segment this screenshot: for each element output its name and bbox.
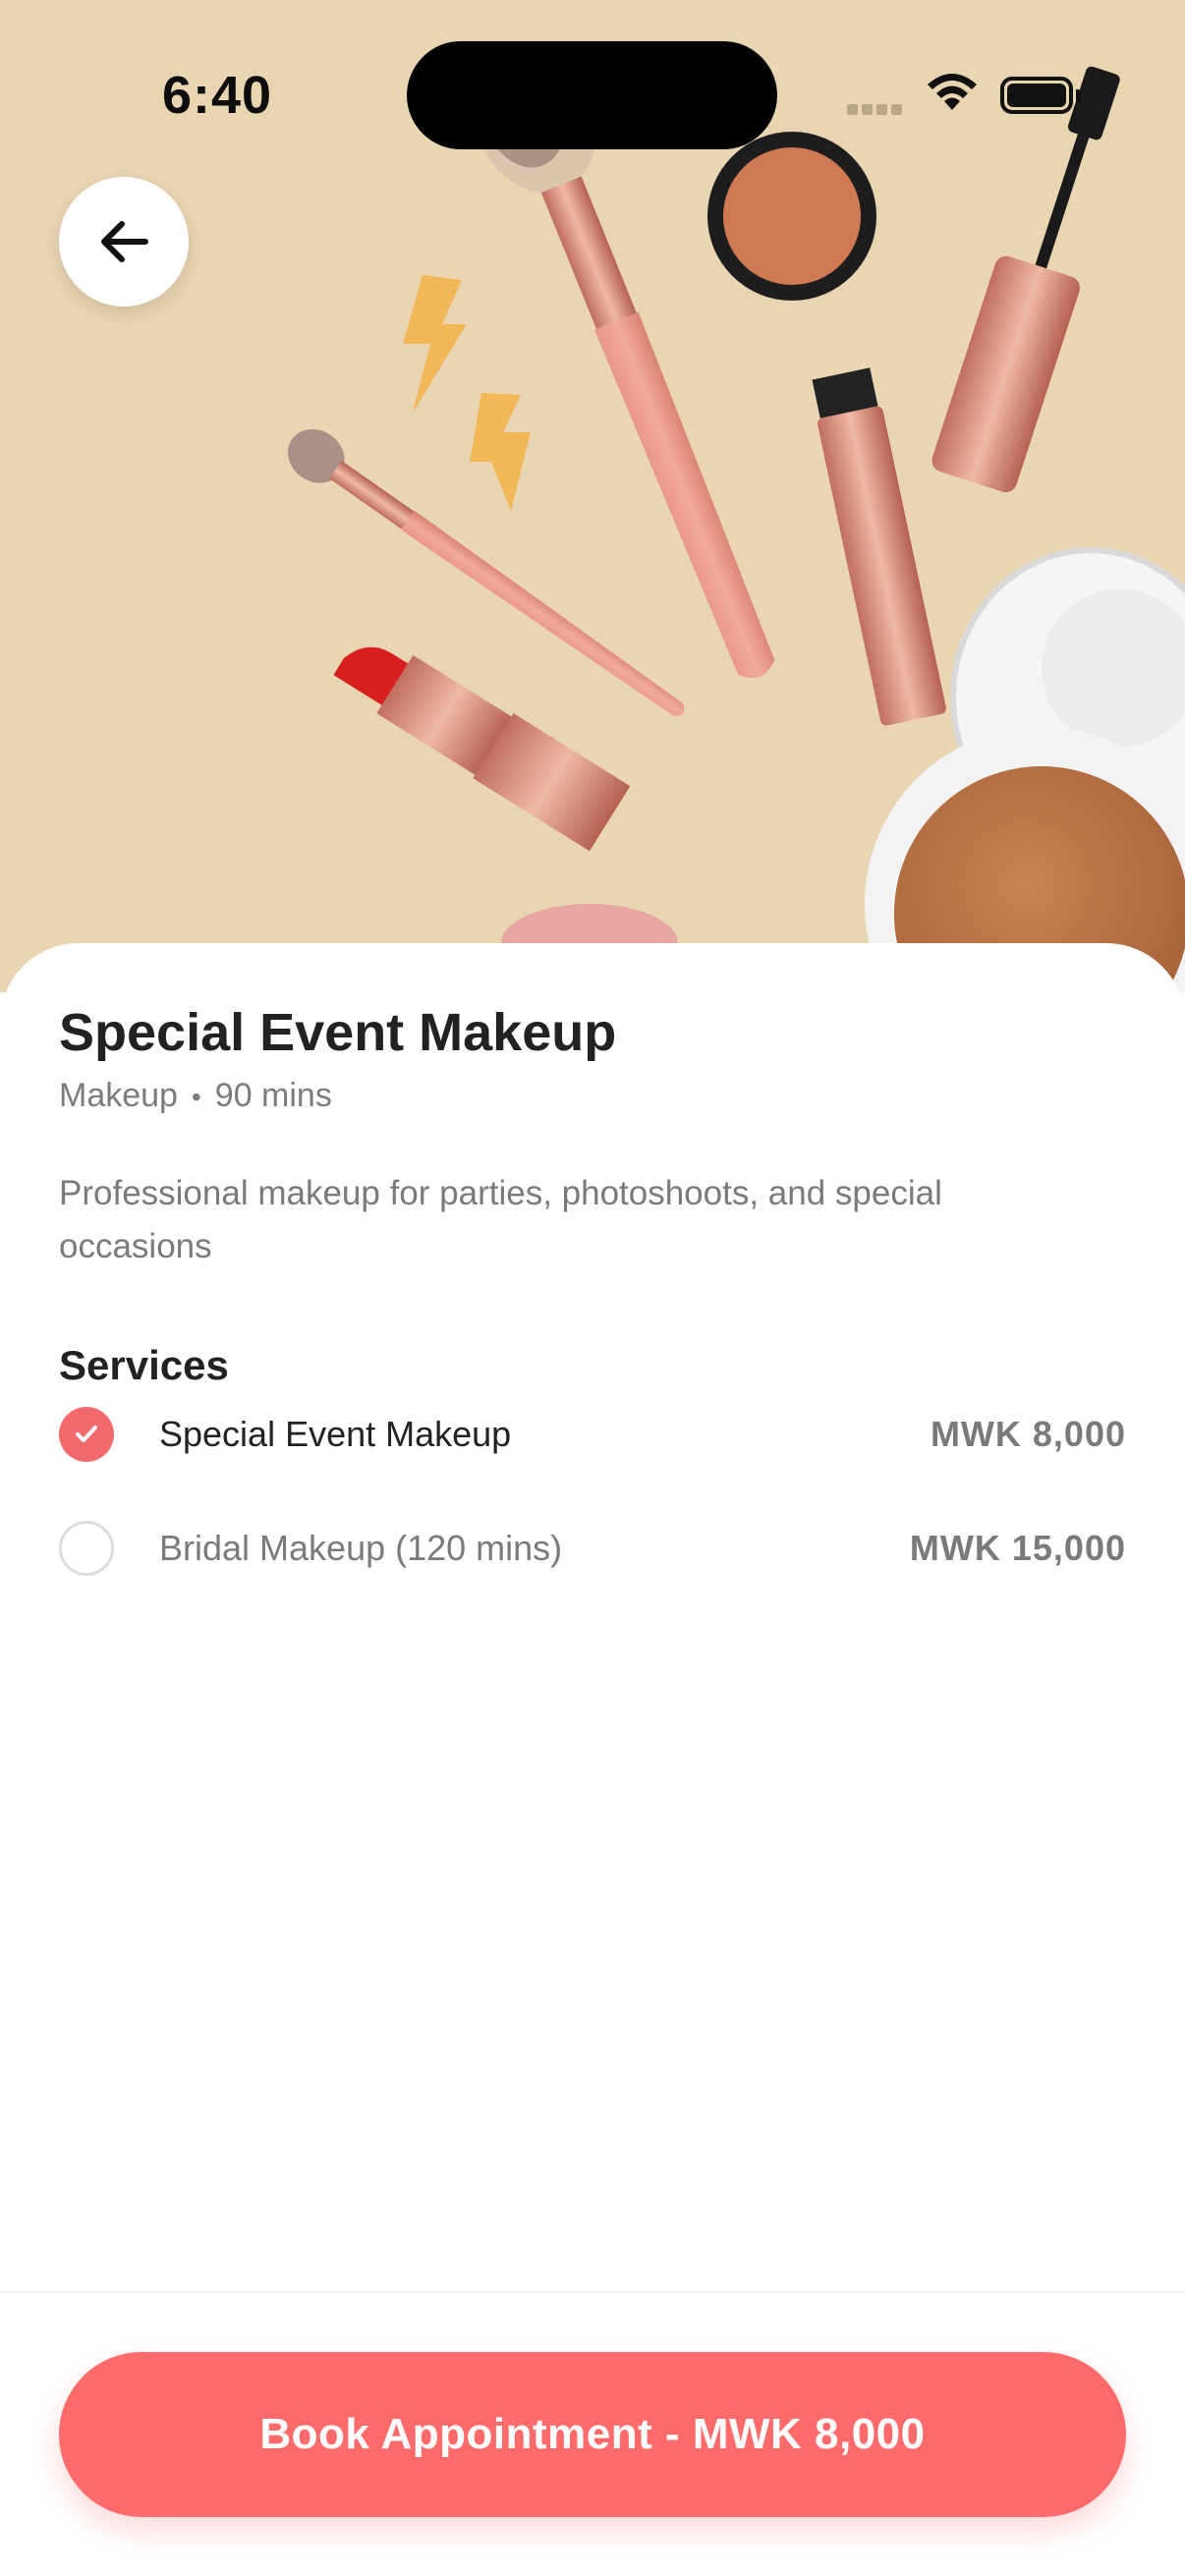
lipstick [333,646,631,852]
footer-divider [0,2291,1185,2293]
cellular-signal-icon [847,102,906,120]
service-option-price: MWK 15,000 [909,1528,1126,1568]
book-appointment-button[interactable]: Book Appointment - MWK 8,000 [59,2352,1126,2517]
service-option-price: MWK 8,000 [930,1414,1126,1454]
checkbox-checked-icon[interactable] [59,1407,114,1462]
wifi-icon [928,74,977,110]
battery-icon [1000,77,1081,114]
service-duration: 90 mins [214,1077,332,1114]
lightning-earring-2 [470,393,531,511]
back-button[interactable] [59,177,189,307]
lightning-earring-1 [403,275,467,413]
lip-gloss [812,367,946,726]
service-detail-sheet: Special Event Makeup Makeup • 90 mins Prof… [0,943,1185,2576]
service-description: Professional makeup for parties, photosh… [59,1174,942,1265]
service-category: Makeup [59,1077,178,1114]
small-brush [288,428,685,716]
services-heading: Services [59,1342,229,1388]
checkbox-unchecked-icon[interactable] [59,1521,114,1576]
service-option-name: Special Event Makeup [159,1414,512,1454]
service-option[interactable]: Special Event Makeup MWK 8,000 [59,1395,1126,1474]
book-appointment-label: Book Appointment - MWK 8,000 [259,2410,926,2458]
dynamic-island [407,41,777,149]
hero-image: 6:40 [0,0,1185,992]
service-meta: Makeup • 90 mins [59,1077,332,1115]
status-time: 6:40 [162,66,273,125]
service-option[interactable]: Bridal Makeup (120 mins) MWK 15,000 [59,1509,1126,1588]
service-option-name: Bridal Makeup (120 mins) [159,1528,563,1568]
meta-separator: • [191,1082,201,1112]
status-bar: 6:40 [0,0,1185,187]
page-title: Special Event Makeup [59,1003,617,1062]
arrow-left-icon [101,221,148,262]
